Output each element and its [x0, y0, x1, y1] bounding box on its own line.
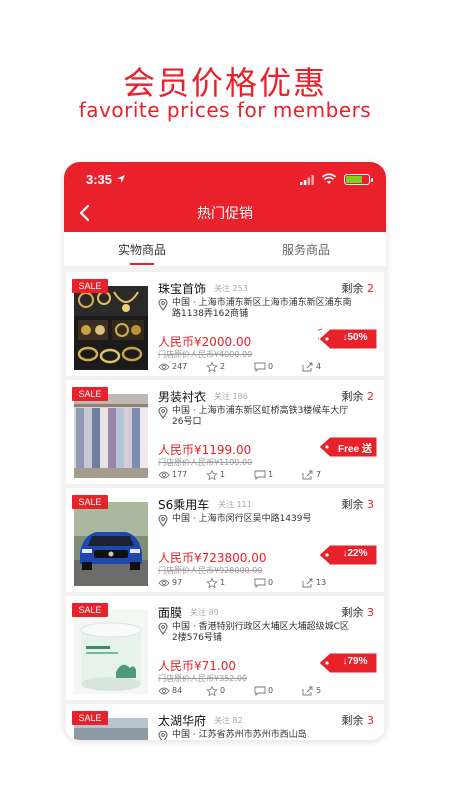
nav-bar: 热门促销 — [64, 198, 386, 228]
sale-badge: SALE — [72, 279, 108, 293]
location-pin-icon — [158, 299, 168, 311]
location-pin-icon — [158, 515, 168, 527]
sale-badge: SALE — [72, 711, 108, 725]
discount-tag: ↓50% — [318, 328, 378, 350]
list-item[interactable]: SALE 男装衬衣 关注 186 剩余 2 中国 · 上海市浦东新区虹桥高铁3楼… — [66, 380, 384, 484]
item-stats: 177 1 1 7 — [158, 470, 378, 480]
sale-badge: SALE — [72, 495, 108, 509]
product-name: S6乘用车 — [158, 498, 210, 512]
promo-subtitle: favorite prices for members — [78, 98, 372, 122]
comment-icon — [254, 362, 266, 372]
product-image-face-mask — [74, 610, 148, 694]
wifi-icon — [322, 173, 336, 184]
follow-count: 关注 111 — [218, 500, 252, 509]
status-time: 3:35 — [86, 172, 113, 187]
location-arrow-icon — [117, 175, 125, 183]
product-name: 珠宝首饰 — [158, 282, 207, 296]
product-name: 面膜 — [158, 606, 183, 620]
product-address: 中国 · 上海市闵行区吴中路1439号 — [172, 514, 312, 524]
original-price: 门店原价人民币¥1199.00 — [158, 458, 253, 467]
remaining-stock: 剩余 3 — [341, 714, 375, 727]
star-icon — [206, 686, 218, 696]
share-icon — [302, 686, 313, 696]
tab-service-goods[interactable]: 服务商品 — [282, 241, 330, 258]
product-image-shirts — [74, 394, 148, 478]
product-address: 中国 · 江苏省苏州市苏州市西山岛 — [172, 730, 307, 740]
follow-count: 关注 253 — [214, 284, 248, 293]
share-icon — [302, 578, 313, 588]
eye-icon — [158, 687, 170, 695]
remaining-stock: 剩余 3 — [341, 498, 375, 511]
product-image-car — [74, 502, 148, 586]
item-stats: 247 2 0 4 — [158, 362, 378, 372]
page-title: 热门促销 — [197, 206, 253, 222]
eye-icon — [158, 579, 170, 587]
share-icon — [302, 470, 313, 480]
follow-count: 关注 186 — [214, 392, 248, 401]
member-price: 人民币¥1199.00 — [158, 443, 252, 457]
battery-icon — [344, 174, 373, 185]
tab-active-indicator — [130, 263, 154, 265]
comment-icon — [254, 686, 266, 696]
product-address: 中国 · 上海市浦东新区虹桥高铁3楼候车大厅26号口 — [172, 406, 349, 427]
product-name: 太湖华府 — [158, 714, 207, 728]
status-bar: 3:35 — [64, 170, 386, 190]
follow-count: 关注 82 — [214, 716, 243, 725]
discount-tag: Free 送 — [318, 436, 378, 458]
phone-screen: 3:35 热门促销 实物商品 服务商品 SALE 珠宝首饰 关注 253 剩余 … — [64, 162, 386, 740]
product-name: 男装衬衣 — [158, 390, 207, 404]
original-price: 门店原价人民币¥352.00 — [158, 674, 248, 683]
member-price: 人民币¥2000.00 — [158, 335, 252, 349]
list-item[interactable]: SALE 珠宝首饰 关注 253 剩余 2 中国 · 上海市浦东新区上海市浦东新… — [66, 272, 384, 376]
location-pin-icon — [158, 731, 168, 740]
sale-badge: SALE — [72, 603, 108, 617]
item-stats: 97 1 0 13 — [158, 578, 378, 588]
cellular-signal-icon — [300, 175, 314, 185]
discount-tag: ↓22% — [318, 544, 378, 566]
location-pin-icon — [158, 623, 168, 635]
comment-icon — [254, 578, 266, 588]
eye-icon — [158, 471, 170, 479]
remaining-stock: 剩余 2 — [341, 282, 375, 295]
product-address: 中国 · 香港特别行政区大埔区大埔超级城C区2楼576号铺 — [172, 622, 349, 643]
list-item[interactable]: SALE 太湖华府 关注 82 剩余 3 中国 · 江苏省苏州市苏州市西山岛 — [66, 704, 384, 740]
item-stats: 84 0 0 5 — [158, 686, 378, 696]
remaining-stock: 剩余 2 — [341, 390, 375, 403]
product-image-jewelry — [74, 286, 148, 370]
app-header: 3:35 热门促销 — [64, 162, 386, 232]
original-price: 门店原价人民币¥4000.00 — [158, 350, 253, 359]
share-icon — [302, 362, 313, 372]
remaining-stock: 剩余 3 — [341, 606, 375, 619]
product-address: 中国 · 上海市浦东新区上海市浦东新区浦东南路1138弄162商铺 — [172, 298, 352, 319]
follow-count: 关注 89 — [190, 608, 219, 617]
list-item[interactable]: SALE S6乘用车 关注 111 剩余 3 中国 · 上海市闵行区吴中路143… — [66, 488, 384, 592]
tab-physical-goods[interactable]: 实物商品 — [118, 241, 166, 258]
original-price: 门店原价人民币¥928000.00 — [158, 566, 263, 575]
eye-icon — [158, 363, 170, 371]
member-price: 人民币¥723800.00 — [158, 551, 267, 565]
list-item[interactable]: SALE 面膜 关注 89 剩余 3 中国 · 香港特别行政区大埔区大埔超级城C… — [66, 596, 384, 700]
sale-badge: SALE — [72, 387, 108, 401]
discount-tag: ↓79% — [318, 652, 378, 674]
location-pin-icon — [158, 407, 168, 419]
comment-icon — [254, 470, 266, 480]
tab-bar: 实物商品 服务商品 — [64, 232, 386, 266]
star-icon — [206, 578, 218, 588]
star-icon — [206, 470, 218, 480]
star-icon — [206, 362, 218, 372]
member-price: 人民币¥71.00 — [158, 659, 236, 673]
